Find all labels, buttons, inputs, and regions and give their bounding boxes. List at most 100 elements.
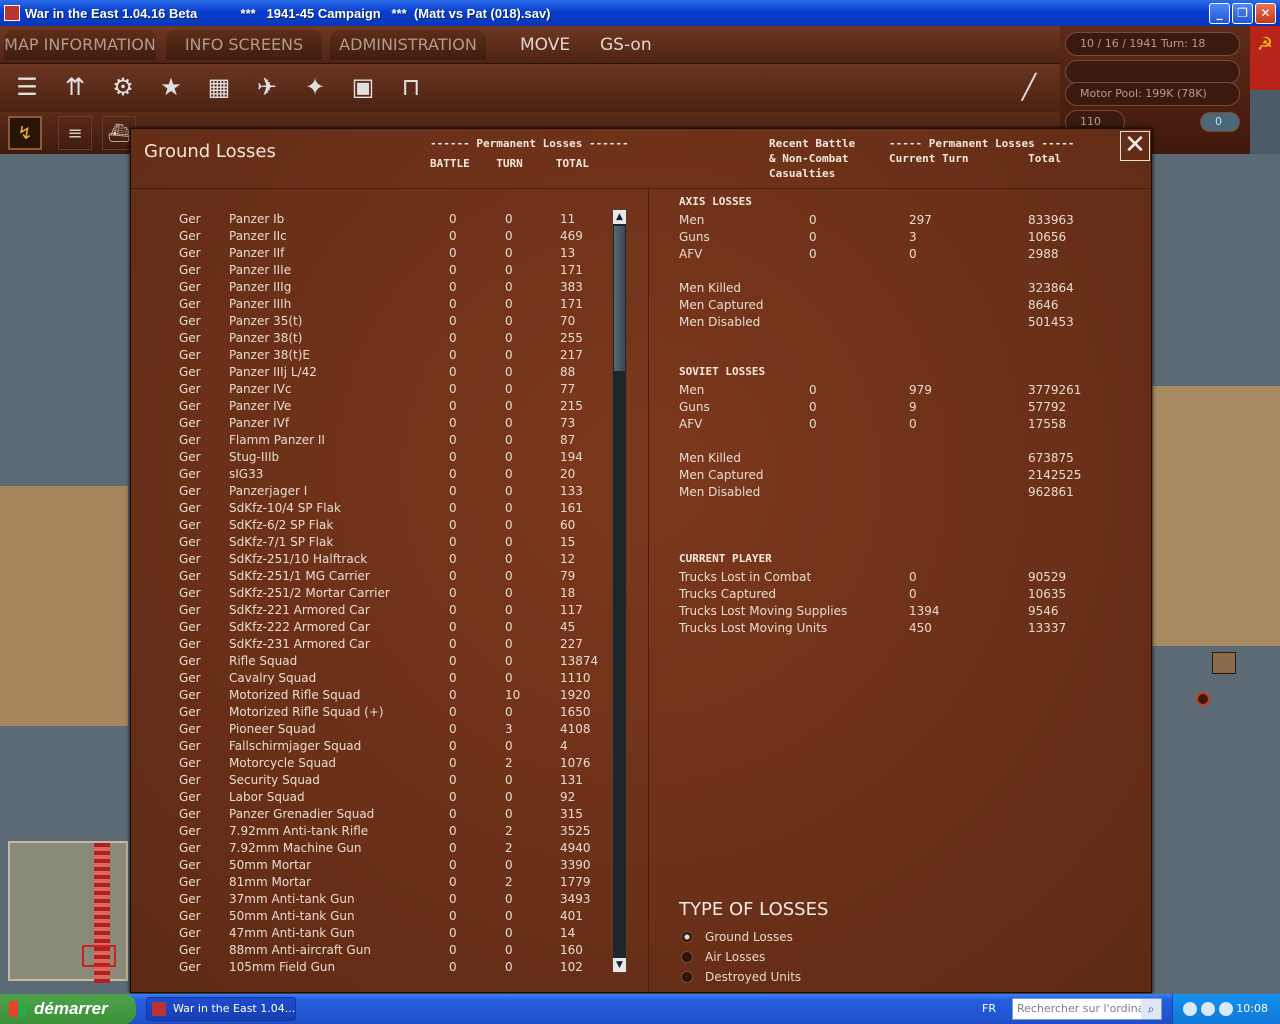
table-row[interactable]: Ger Panzerjager I 0 0 133 [131, 483, 611, 500]
search-icon[interactable]: ⌕ [1141, 999, 1161, 1019]
dialog-close-button[interactable]: ✕ [1120, 131, 1150, 161]
satellite-icon[interactable]: ✦ [296, 68, 334, 106]
radio-selected-icon[interactable] [681, 931, 693, 943]
table-row[interactable]: Ger Stug-IIIb 0 0 194 [131, 449, 611, 466]
gear-icon[interactable]: ⚙ [104, 68, 142, 106]
table-row[interactable]: Ger 7.92mm Anti-tank Rifle 0 2 3525 [131, 823, 611, 840]
table-row[interactable]: Ger Motorcycle Squad 0 2 1076 [131, 755, 611, 772]
minimap[interactable] [8, 841, 128, 983]
turn-cell: 0 [505, 637, 513, 651]
table-row[interactable]: Ger 81mm Mortar 0 2 1779 [131, 874, 611, 891]
taskbar-search-input[interactable]: Rechercher sur l'ordinateur ⌕ [1012, 998, 1162, 1020]
table-row[interactable]: Ger 50mm Mortar 0 0 3390 [131, 857, 611, 874]
table-row[interactable]: Ger Panzer IIIh 0 0 171 [131, 296, 611, 313]
table-row[interactable]: Ger SdKfz-251/2 Mortar Carrier 0 0 18 [131, 585, 611, 602]
table-row[interactable]: Ger Panzer IIIg 0 0 383 [131, 279, 611, 296]
network-icon[interactable] [1201, 1002, 1215, 1016]
table-row[interactable]: Ger Cavalry Squad 0 0 1110 [131, 670, 611, 687]
gs-toggle[interactable]: GS-on [600, 30, 652, 60]
table-row[interactable]: Ger sIG33 0 0 20 [131, 466, 611, 483]
list-scrollbar[interactable]: ▲ ▼ [612, 209, 627, 973]
table-row[interactable]: Ger SdKfz-10/4 SP Flak 0 0 161 [131, 500, 611, 517]
language-indicator[interactable]: FR [982, 994, 996, 1024]
start-button[interactable]: démarrer [0, 994, 136, 1024]
unit-name-cell: Labor Squad [229, 790, 305, 804]
table-row[interactable]: Ger Fallschirmjager Squad 0 0 4 [131, 738, 611, 755]
table-row[interactable]: Ger Panzer IIIj L/42 0 0 88 [131, 364, 611, 381]
table-row[interactable]: Ger Motorized Rifle Squad 0 10 1920 [131, 687, 611, 704]
taskbar-item-game[interactable]: War in the East 1.04.... [146, 997, 296, 1021]
scroll-down-arrow-icon[interactable]: ▼ [613, 958, 626, 972]
nation-cell: Ger [179, 671, 201, 685]
table-row[interactable]: Ger Panzer IIIe 0 0 171 [131, 262, 611, 279]
radio-destroyed-units[interactable]: Destroyed Units [681, 970, 801, 984]
star-icon[interactable]: ★ [152, 68, 190, 106]
table-row[interactable]: Ger 47mm Anti-tank Gun 0 0 14 [131, 925, 611, 942]
table-row[interactable]: Ger Panzer IVc 0 0 77 [131, 381, 611, 398]
close-window-button[interactable]: ✕ [1255, 3, 1276, 24]
table-row[interactable]: Ger Panzer IVe 0 0 215 [131, 398, 611, 415]
hamburger-icon[interactable]: ☰ [8, 68, 46, 106]
table-row[interactable]: Ger 37mm Anti-tank Gun 0 0 3493 [131, 891, 611, 908]
move-arrow-icon[interactable]: ↯ [8, 116, 42, 150]
nation-cell: Ger [179, 705, 201, 719]
volume-icon[interactable] [1219, 1002, 1233, 1016]
table-row[interactable]: Ger SdKfz-221 Armored Car 0 0 117 [131, 602, 611, 619]
table-row[interactable]: Ger SdKfz-251/1 MG Carrier 0 0 79 [131, 568, 611, 585]
table-row[interactable]: Ger Panzer 38(t) 0 0 255 [131, 330, 611, 347]
units-icon[interactable]: ⇈ [56, 68, 94, 106]
table-row[interactable]: Ger Panzer 38(t)E 0 0 217 [131, 347, 611, 364]
table-row[interactable]: Ger Panzer IIc 0 0 469 [131, 228, 611, 245]
nation-cell: Ger [179, 280, 201, 294]
table-row[interactable]: Ger Flamm Panzer II 0 0 87 [131, 432, 611, 449]
minimize-button[interactable]: _ [1209, 3, 1230, 24]
table-row[interactable]: Ger SdKfz-251/10 Halftrack 0 0 12 [131, 551, 611, 568]
minimap-view-frame[interactable] [82, 945, 116, 967]
radio-unselected-icon[interactable] [681, 951, 693, 963]
table-row[interactable]: Ger SdKfz-7/1 SP Flak 0 0 15 [131, 534, 611, 551]
radio-unselected-icon[interactable] [681, 971, 693, 983]
map-unit-counter[interactable] [1212, 652, 1236, 674]
turn-cell: 0 [505, 331, 513, 345]
table-row[interactable]: Ger SdKfz-6/2 SP Flak 0 0 60 [131, 517, 611, 534]
rail-track-icon[interactable]: ≡ [58, 116, 92, 150]
table-row[interactable]: Ger 88mm Anti-aircraft Gun 0 0 160 [131, 942, 611, 959]
rail-icon[interactable]: ⊓ [392, 68, 430, 106]
total-cell: 4108 [560, 722, 591, 736]
mode-move[interactable]: MOVE [520, 30, 570, 60]
table-row[interactable]: Ger 50mm Anti-tank Gun 0 0 401 [131, 908, 611, 925]
table-row[interactable]: Ger Security Squad 0 0 131 [131, 772, 611, 789]
table-row[interactable]: Ger Motorized Rifle Squad (+) 0 0 1650 [131, 704, 611, 721]
pencil-icon[interactable]: ╱ [1010, 68, 1048, 106]
tab-administration[interactable]: ADMINISTRATION [330, 30, 486, 60]
table-row[interactable]: Ger Panzer Ib 0 0 11 [131, 211, 611, 228]
air-icon[interactable]: ✈ [248, 68, 286, 106]
table-row[interactable]: Ger Panzer 35(t) 0 0 70 [131, 313, 611, 330]
unit-name-cell: SdKfz-7/1 SP Flak [229, 535, 334, 549]
table-row[interactable]: Ger Pioneer Squad 0 3 4108 [131, 721, 611, 738]
radio-ground-losses[interactable]: Ground Losses [681, 930, 793, 944]
map-unit-marker[interactable] [1196, 692, 1210, 706]
back-arrow-icon[interactable] [1183, 1002, 1197, 1016]
radio-air-losses[interactable]: Air Losses [681, 950, 765, 964]
table-row[interactable]: Ger Rifle Squad 0 0 13874 [131, 653, 611, 670]
table-row[interactable]: Ger Panzer IIf 0 0 13 [131, 245, 611, 262]
table-row[interactable]: Ger SdKfz-222 Armored Car 0 0 45 [131, 619, 611, 636]
table-row[interactable]: Ger Panzer Grenadier Squad 0 0 315 [131, 806, 611, 823]
unit-name-cell: Panzer IVe [229, 399, 292, 413]
table-row[interactable]: Ger SdKfz-231 Armored Car 0 0 227 [131, 636, 611, 653]
table-row[interactable]: Ger 105mm Field Gun 0 0 102 [131, 959, 611, 976]
tab-map-information[interactable]: MAP INFORMATION [4, 30, 156, 60]
table-row[interactable]: Ger Panzer IVf 0 0 73 [131, 415, 611, 432]
total-cell: 133 [560, 484, 583, 498]
scrollbar-thumb[interactable] [614, 226, 625, 371]
table-row[interactable]: Ger 7.92mm Machine Gun 0 2 4940 [131, 840, 611, 857]
hq-icon[interactable]: ▦ [200, 68, 238, 106]
scroll-up-arrow-icon[interactable]: ▲ [613, 210, 626, 224]
maximize-button[interactable]: ❐ [1232, 3, 1253, 24]
tab-info-screens[interactable]: INFO SCREENS [166, 30, 322, 60]
counter-box[interactable]: 0 [1200, 112, 1240, 132]
table-row[interactable]: Ger Labor Squad 0 0 92 [131, 789, 611, 806]
total-cell: 87 [560, 433, 576, 447]
fuel-icon[interactable]: ▣ [344, 68, 382, 106]
